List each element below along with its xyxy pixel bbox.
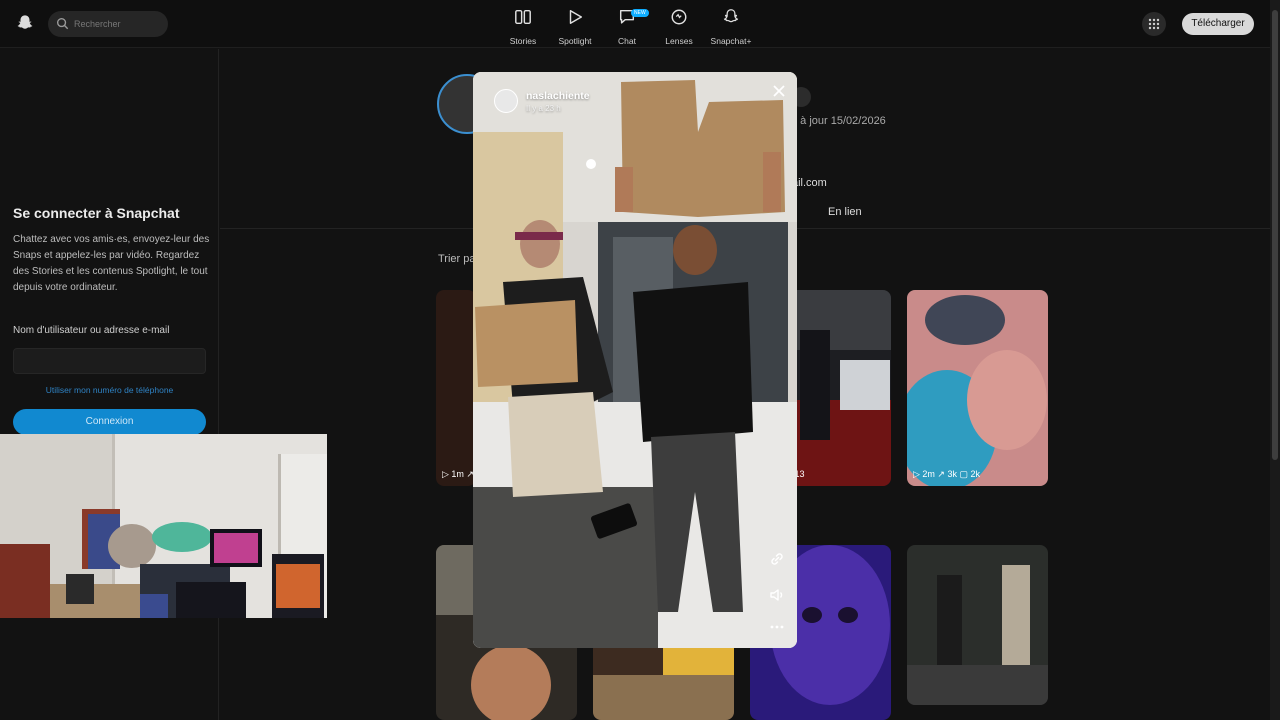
login-title: Se connecter à Snapchat [13, 205, 180, 221]
new-badge: NEW [631, 9, 649, 17]
more-icon[interactable] [768, 618, 786, 636]
download-button[interactable]: Télécharger [1182, 13, 1254, 35]
username-input[interactable] [13, 348, 206, 374]
spotlight-tile[interactable]: ▷ 1m ↗ [436, 290, 476, 486]
nav-label: Lenses [665, 36, 693, 46]
use-phone-link[interactable]: Utiliser mon numéro de téléphone [13, 385, 206, 395]
nav-spotlight[interactable]: Spotlight [545, 8, 605, 46]
snapchat-ghost-icon[interactable] [16, 14, 34, 32]
stories-icon [515, 9, 531, 25]
story-viewer-modal[interactable]: naslachiente Il y a 23 h [473, 72, 797, 648]
nav-label: Stories [509, 36, 537, 46]
apps-grid-icon [1148, 18, 1160, 30]
top-bar: Stories Spotlight NEW Chat Lenses Snapch… [0, 0, 1270, 48]
search-box[interactable] [48, 11, 168, 37]
story-username[interactable]: naslachiente [526, 90, 590, 102]
nav-label: Chat [618, 36, 636, 46]
login-button[interactable]: Connexion [13, 409, 206, 435]
spotlight-tile[interactable]: ▷ 2m ↗ 3k ▢ 2k [907, 290, 1048, 486]
story-user-avatar[interactable] [494, 89, 518, 113]
login-panel: Se connecter à Snapchat Chattez avec vos… [0, 49, 219, 720]
tile-stats: ▷ 1m ↗ [442, 469, 474, 479]
scrollbar-thumb[interactable] [1272, 10, 1278, 460]
sort-label[interactable]: Trier pa [438, 253, 476, 265]
search-icon [56, 17, 69, 30]
nav-label: Spotlight [558, 36, 592, 46]
nav-lenses[interactable]: Lenses [649, 8, 709, 46]
spotlight-play-icon [569, 9, 583, 25]
tab-linked[interactable]: En lien [828, 206, 862, 218]
apps-grid-button[interactable] [1142, 12, 1166, 36]
close-icon[interactable] [770, 82, 788, 100]
login-description: Chattez avec vos amis·es, envoyez-leur d… [13, 234, 210, 293]
nav-snapchat-plus[interactable]: Snapchat+ [701, 8, 761, 46]
webcam-room-image [0, 434, 327, 618]
lenses-icon [671, 9, 687, 25]
spotlight-tile[interactable] [907, 545, 1048, 705]
nav-label: Snapchat+ [710, 36, 752, 46]
page-scrollbar[interactable] [1270, 0, 1280, 720]
story-timestamp: Il y a 23 h [526, 104, 561, 113]
profile-email: ail.com [792, 177, 827, 189]
sound-icon[interactable] [768, 586, 786, 604]
story-media [473, 72, 797, 648]
nav-chat[interactable]: NEW Chat [597, 8, 657, 46]
username-label: Nom d'utilisateur ou adresse e-mail [13, 325, 170, 336]
webcam-overlay [0, 434, 327, 618]
nav-stories[interactable]: Stories [493, 8, 553, 46]
search-input[interactable] [74, 15, 162, 33]
link-icon[interactable] [768, 550, 786, 568]
profile-updated-date: e à jour 15/02/2026 [791, 115, 886, 127]
tile-stats: ▷ 2m ↗ 3k ▢ 2k [913, 469, 980, 479]
tile-thumbnail [907, 290, 1048, 486]
tile-thumbnail [907, 545, 1048, 705]
snapchat-plus-icon [723, 9, 739, 23]
